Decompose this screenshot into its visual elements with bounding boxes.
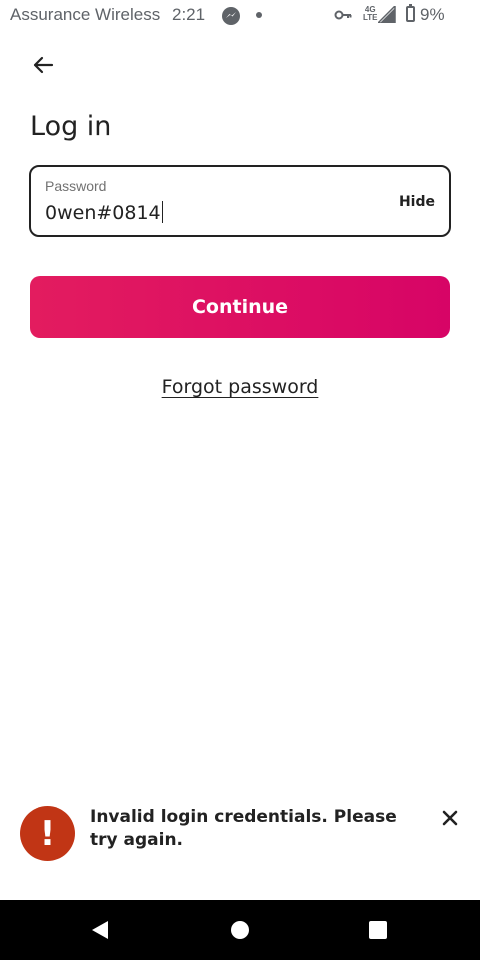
error-message: Invalid login credentials. Please try ag… xyxy=(90,807,397,850)
close-icon xyxy=(442,810,458,826)
status-bar: Assurance Wireless 2:21 4G LTE 9% xyxy=(0,0,480,32)
system-nav-bar xyxy=(0,900,480,960)
nav-recents-icon[interactable] xyxy=(369,921,387,939)
signal-icon xyxy=(378,6,396,23)
battery-icon xyxy=(406,4,415,22)
page-title: Log in xyxy=(30,111,112,142)
forgot-password-link[interactable]: Forgot password xyxy=(162,376,319,398)
nav-back-icon[interactable] xyxy=(90,920,110,940)
carrier-name: Assurance Wireless xyxy=(10,5,161,24)
nav-home-icon[interactable] xyxy=(231,921,249,939)
exclamation-icon: ! xyxy=(20,806,75,861)
back-button[interactable] xyxy=(26,48,60,82)
password-label: Password xyxy=(45,178,107,194)
continue-button[interactable]: Continue xyxy=(30,276,450,338)
network-type: 4G LTE xyxy=(363,5,378,22)
password-field[interactable]: Password 0wen#0814 Hide xyxy=(29,165,451,237)
notification-dot-icon xyxy=(256,12,262,18)
password-input[interactable]: 0wen#0814 xyxy=(45,201,164,224)
forgot-password-link-row: Forgot password xyxy=(0,376,480,398)
text-caret xyxy=(161,201,164,223)
battery-percent: 9% xyxy=(420,5,445,24)
messenger-icon xyxy=(222,7,240,25)
error-toast: ! Invalid login credentials. Please try … xyxy=(0,790,480,900)
status-time: 2:21 xyxy=(172,5,206,24)
arrow-left-icon xyxy=(33,56,54,74)
key-icon xyxy=(334,10,352,20)
hide-password-button[interactable]: Hide xyxy=(399,194,435,210)
close-toast-button[interactable] xyxy=(438,806,462,830)
